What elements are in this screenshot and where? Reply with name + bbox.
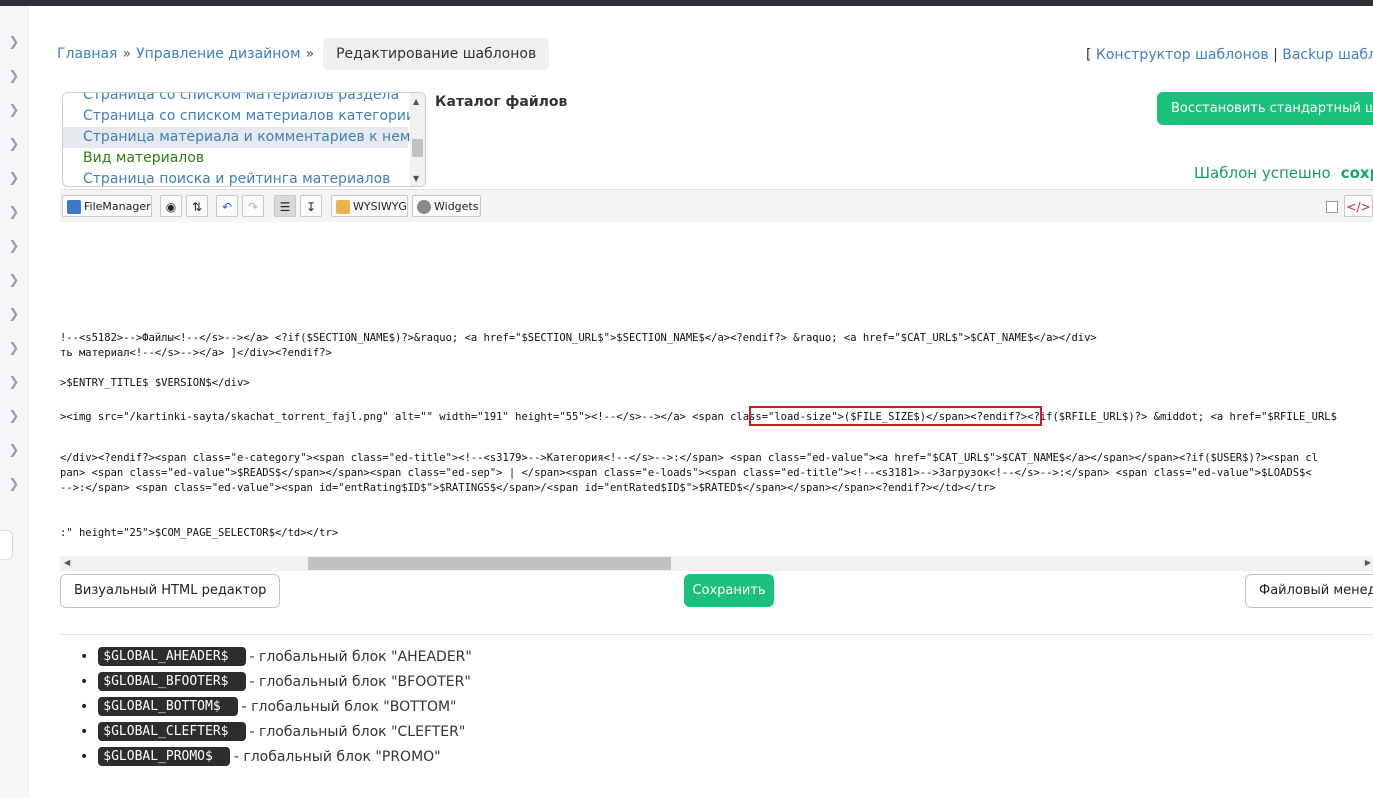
template-list-scrollbar[interactable]: ▲ ▼ <box>410 93 425 186</box>
bracket-open: [ <box>1086 47 1092 63</box>
breadcrumb: Главная » Управление дизайном » Редактир… <box>57 37 550 70</box>
list-item: $GLOBAL_BFOOTER$- глобальный блок "BFOOT… <box>82 669 472 694</box>
global-block-desc: - глобальный блок "BOTTOM" <box>241 698 457 715</box>
global-block-desc: - глобальный блок "PROMO" <box>233 748 441 765</box>
code-line: >$ENTRY_TITLE$ $VERSION$</div> <box>60 377 250 389</box>
global-block-desc: - глобальный блок "AHEADER" <box>249 648 472 665</box>
global-block-code: $GLOBAL_BOTTOM$ <box>98 697 238 716</box>
status-text: Шаблон успешно <box>1194 164 1331 182</box>
chevron-right-icon[interactable]: ❯ <box>6 204 22 222</box>
filemanager-button[interactable]: FileManager <box>62 195 152 217</box>
template-option[interactable]: Страница поиска и рейтинга материалов <box>63 169 408 186</box>
sidebar-toggle-tab[interactable] <box>0 530 13 560</box>
chevron-right-icon[interactable]: ❯ <box>6 136 22 154</box>
template-option[interactable]: Вид материалов <box>63 148 408 169</box>
undo-icon[interactable]: ↶ <box>216 195 238 217</box>
list-item: $GLOBAL_PROMO$- глобальный блок "PROMO" <box>82 744 472 769</box>
scroll-up-arrow-icon[interactable]: ▲ <box>413 97 419 106</box>
global-block-code: $GLOBAL_CLEFTER$ <box>98 722 246 741</box>
global-block-code: $GLOBAL_AHEADER$ <box>98 647 246 666</box>
filemanager-icon <box>67 200 81 214</box>
breadcrumb-separator: » <box>305 45 315 62</box>
template-option[interactable]: Страница со списком материалов раздела <box>63 93 408 106</box>
template-constructor-link[interactable]: Конструктор шаблонов <box>1096 47 1269 63</box>
status-bold-text: сохран <box>1340 164 1373 182</box>
filemanager-label: FileManager <box>84 200 151 213</box>
template-options: Страница со списком материалов раздела С… <box>63 93 419 186</box>
scrollbar-thumb[interactable] <box>412 139 423 157</box>
chevron-right-icon[interactable]: ❯ <box>6 238 22 256</box>
widgets-label: Widgets <box>434 200 479 213</box>
chevron-right-icon[interactable]: ❯ <box>6 306 22 324</box>
chevron-right-icon[interactable]: ❯ <box>6 272 22 290</box>
template-select-list[interactable]: Страница со списком материалов раздела С… <box>62 92 426 187</box>
code-line: </div><?endif?><span class="e-category">… <box>60 452 1318 464</box>
code-line: !--<s5182>-->Файлы<!--</s>--></a> <?if($… <box>60 332 1097 344</box>
scroll-right-arrow-icon[interactable]: ▶ <box>1365 558 1371 567</box>
global-block-desc: - глобальный блок "CLEFTER" <box>249 723 466 740</box>
wysiwyg-label: WYSIWYG <box>353 200 407 213</box>
restore-default-template-button[interactable]: Восстановить стандартный шабло <box>1157 92 1373 125</box>
visual-html-editor-button[interactable]: Визуальный HTML редактор <box>60 574 281 608</box>
code-line: :" height="25">$COM_PAGE_SELECTOR$</td><… <box>60 527 339 539</box>
code-line: ><img src="/kartinki-sayta/skachat_torre… <box>60 411 1337 423</box>
breadcrumb-current: Редактирование шаблонов <box>323 37 550 70</box>
highlight-box <box>749 406 1042 426</box>
list-item: $GLOBAL_CLEFTER$- глобальный блок "CLEFT… <box>82 719 472 744</box>
save-status-message: Шаблон успешно сохран <box>1194 164 1373 182</box>
chevron-right-icon[interactable]: ❯ <box>6 340 22 358</box>
scrollbar-thumb[interactable] <box>308 557 671 570</box>
line-numbers-icon[interactable]: ☰ <box>274 195 296 217</box>
template-option-selected[interactable]: Страница материала и комментариев к нему <box>63 127 419 148</box>
chevron-right-icon[interactable]: ❯ <box>6 102 22 120</box>
source-code-icon[interactable]: </> <box>1344 195 1373 217</box>
code-editor[interactable]: !--<s5182>-->Файлы<!--</s>--></a> <?if($… <box>60 222 1373 556</box>
scroll-left-arrow-icon[interactable]: ◀ <box>64 558 70 567</box>
breadcrumb-design-link[interactable]: Управление дизайном <box>136 46 300 62</box>
global-block-desc: - глобальный блок "BFOOTER" <box>249 673 471 690</box>
divider <box>60 634 1373 635</box>
global-block-code: $GLOBAL_BFOOTER$ <box>98 672 246 691</box>
code-line: ть материал<!--</s>--></a> ]</div><?endi… <box>60 347 332 359</box>
find-icon[interactable]: ◉ <box>160 195 182 217</box>
list-item: $GLOBAL_BOTTOM$- глобальный блок "BOTTOM… <box>82 694 472 719</box>
backup-templates-link[interactable]: Backup шаблон <box>1282 47 1373 63</box>
toolbar-checkbox[interactable] <box>1326 201 1338 213</box>
list-item: $GLOBAL_AHEADER$- глобальный блок "AHEAD… <box>82 644 472 669</box>
gear-icon <box>417 200 431 214</box>
global-blocks-list: $GLOBAL_AHEADER$- глобальный блок "AHEAD… <box>82 644 472 769</box>
widgets-button[interactable]: Widgets <box>412 195 481 217</box>
global-block-code: $GLOBAL_PROMO$ <box>98 747 230 766</box>
save-button[interactable]: Сохранить <box>684 574 774 607</box>
chevron-right-icon[interactable]: ❯ <box>6 34 22 52</box>
code-line: -->:</span> <span class="ed-value"><span… <box>60 482 996 494</box>
redo-icon[interactable]: ↷ <box>242 195 264 217</box>
left-sidebar: ❯ ❯ ❯ ❯ ❯ ❯ ❯ ❯ ❯ ❯ ❯ ❯ ❯ ❯ <box>0 6 29 798</box>
main-content: Главная » Управление дизайном » Редактир… <box>28 6 1373 798</box>
chevron-right-icon[interactable]: ❯ <box>6 374 22 392</box>
chevron-right-icon[interactable]: ❯ <box>6 68 22 86</box>
header-links: [ Конструктор шаблонов | Backup шаблон <box>1086 47 1373 63</box>
wysiwyg-icon <box>336 200 350 214</box>
breadcrumb-separator: » <box>122 45 132 62</box>
breadcrumb-home-link[interactable]: Главная <box>57 46 117 62</box>
wysiwyg-button[interactable]: WYSIWYG <box>331 195 408 217</box>
chevron-right-icon[interactable]: ❯ <box>6 442 22 460</box>
template-option[interactable]: Страница со списком материалов категории <box>63 106 415 127</box>
links-separator: | <box>1273 47 1278 63</box>
word-wrap-icon[interactable]: ↧ <box>300 195 322 217</box>
code-horizontal-scrollbar[interactable]: ◀ ▶ <box>60 556 1373 571</box>
chevron-right-icon[interactable]: ❯ <box>6 476 22 494</box>
file-manager-button[interactable]: Файловый менедж <box>1245 574 1373 608</box>
module-label: Каталог файлов <box>435 94 568 110</box>
chevron-right-icon[interactable]: ❯ <box>6 170 22 188</box>
scroll-down-arrow-icon[interactable]: ▼ <box>413 174 419 183</box>
find-replace-icon[interactable]: ⇅ <box>186 195 208 217</box>
chevron-right-icon[interactable]: ❯ <box>6 408 22 426</box>
code-line: pan> <span class="ed-value">$READS$</spa… <box>60 467 1312 479</box>
editor-toolbar: FileManager ◉ ⇅ ↶ ↷ ☰ ↧ WYSIWYG Widgets … <box>60 189 1373 223</box>
